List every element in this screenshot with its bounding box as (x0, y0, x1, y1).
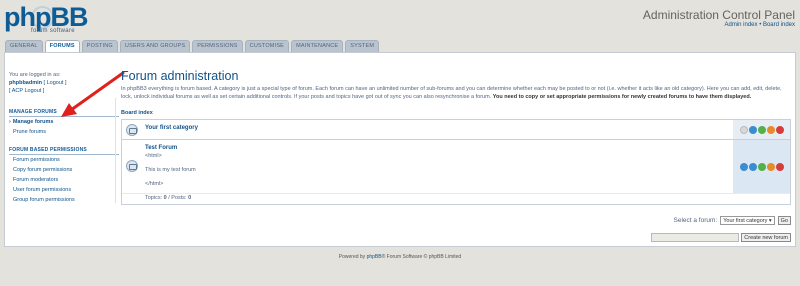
tab-general[interactable]: GENERAL (5, 40, 43, 52)
board-index-link[interactable]: Board index (763, 22, 795, 28)
category-name-link[interactable]: Your first category (145, 125, 198, 131)
select-forum-label: Select a forum: (673, 217, 718, 224)
breadcrumb[interactable]: Board index (121, 110, 791, 116)
forum-desc-line-2: This is my test forum (145, 167, 196, 173)
move-down-icon[interactable] (748, 162, 757, 171)
header-links: Admin index • Board index (725, 22, 796, 28)
edit-gear-icon[interactable] (757, 125, 766, 134)
move-up-disabled-icon (739, 125, 748, 134)
resync-icon[interactable] (766, 162, 775, 171)
forum-select[interactable]: Your first category ▾ (720, 216, 775, 225)
delete-icon[interactable] (775, 125, 784, 134)
forum-stats: Topics: 0 / Posts: 0 (145, 195, 191, 201)
menu-heading-forum-permissions: FORUM BASED PERMISSIONS (9, 145, 119, 155)
footer: Powered by phpBB® Forum Software © phpBB… (0, 254, 800, 260)
sidebar-item-user-forum-permissions[interactable]: User forum permissions (9, 185, 119, 195)
main-tabs: GENERAL FORUMS POSTING USERS AND GROUPS … (5, 40, 380, 53)
category-actions (733, 120, 790, 139)
delete-icon[interactable] (775, 162, 784, 171)
tab-permissions[interactable]: PERMISSIONS (192, 40, 243, 52)
main-panel: You are logged in as: phpbbadmin [ Logou… (4, 52, 796, 247)
forum-stats-row: Topics: 0 / Posts: 0 (122, 193, 790, 204)
new-forum-name-input[interactable] (651, 233, 740, 242)
edit-gear-icon[interactable] (757, 162, 766, 171)
forum-name-link[interactable]: Test Forum (145, 145, 177, 151)
footer-copyright: ® Forum Software © phpBB Limited (381, 254, 462, 260)
footer-powered-by: Powered by (338, 254, 367, 260)
page-title: Forum administration (121, 69, 239, 83)
sidebar-item-copy-forum-permissions[interactable]: Copy forum permissions (9, 165, 119, 175)
description-bold-text: You need to copy or set appropriate perm… (492, 94, 752, 100)
forum-select-value: Your first category (723, 218, 768, 224)
forum-table: Your first category Test Forum <html> Th… (121, 119, 791, 205)
topics-label: Topics: (145, 195, 164, 201)
sidebar-item-group-forum-permissions[interactable]: Group forum permissions (9, 195, 119, 205)
posts-count: 0 (188, 195, 192, 201)
forum-desc-line-1: <html> (145, 153, 162, 159)
red-arrow-annotation (61, 71, 125, 117)
page-description: In phpBB3 everything is forum based. A c… (121, 85, 789, 101)
move-up-icon[interactable] (739, 162, 748, 171)
tab-customise[interactable]: CUSTOMISE (244, 40, 290, 52)
panel-title: Administration Control Panel (642, 8, 795, 22)
footer-phpbb-link[interactable]: phpBB (367, 254, 382, 260)
resync-icon[interactable] (766, 125, 775, 134)
tab-users-and-groups[interactable]: USERS AND GROUPS (119, 40, 191, 52)
admin-index-link[interactable]: Admin index (725, 22, 758, 28)
forum-row: Test Forum <html> This is my test forum … (122, 140, 790, 193)
sidebar-item-prune-forums[interactable]: Prune forums (9, 127, 119, 137)
tab-system[interactable]: SYSTEM (345, 40, 380, 52)
create-new-forum-button[interactable]: Create new forum (741, 233, 791, 242)
category-row: Your first category (122, 120, 790, 140)
phpbb-logo[interactable]: phpBB forum software (4, 2, 99, 36)
move-down-icon[interactable] (748, 125, 757, 134)
forum-actions (733, 140, 790, 193)
tab-posting[interactable]: POSTING (81, 40, 118, 52)
chevron-down-icon: ▾ (768, 218, 772, 224)
category-folder-icon (126, 124, 138, 136)
posts-label: / Posts: (166, 195, 189, 201)
logo-subtitle: forum software (31, 28, 75, 34)
content-area: Forum administration In phpBB3 everythin… (121, 69, 791, 205)
username-link[interactable]: phpbbadmin (9, 80, 42, 86)
forum-folder-icon (126, 160, 138, 172)
forum-desc-line-3: </html> (145, 181, 164, 187)
go-button[interactable]: Go (777, 216, 791, 225)
sidebar-item-forum-moderators[interactable]: Forum moderators (9, 175, 119, 185)
select-forum-bar: Select a forum: Your first category ▾ Go (674, 216, 791, 225)
tab-maintenance[interactable]: MAINTENANCE (291, 40, 344, 52)
create-forum-row: Create new forum (651, 233, 791, 242)
sidebar-item-forum-permissions[interactable]: Forum permissions (9, 155, 119, 165)
